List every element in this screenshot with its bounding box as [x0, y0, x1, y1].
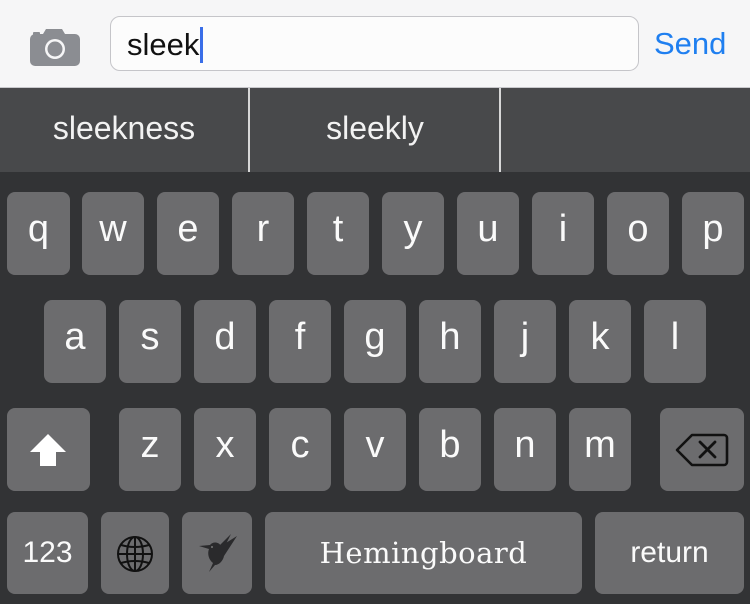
delete-icon [675, 432, 729, 473]
space-key[interactable]: Hemingboard [265, 512, 582, 594]
key-g[interactable]: g [344, 300, 406, 383]
camera-icon[interactable] [28, 26, 82, 66]
message-text-value: sleek [127, 27, 200, 62]
suggestion-3[interactable] [501, 88, 750, 172]
key-b[interactable]: b [419, 408, 481, 491]
globe-key[interactable] [101, 512, 169, 594]
hummingbird-key[interactable] [182, 512, 252, 594]
key-f[interactable]: f [269, 300, 331, 383]
suggestion-bar: sleekness sleekly [0, 88, 750, 172]
delete-key[interactable] [660, 408, 744, 491]
key-z[interactable]: z [119, 408, 181, 491]
key-w[interactable]: w [82, 192, 144, 275]
key-n[interactable]: n [494, 408, 556, 491]
shift-key[interactable] [7, 408, 90, 491]
key-k[interactable]: k [569, 300, 631, 383]
key-e[interactable]: e [157, 192, 219, 275]
key-c[interactable]: c [269, 408, 331, 491]
suggestion-1[interactable]: sleekness [0, 88, 248, 172]
return-key[interactable]: return [595, 512, 744, 594]
message-input-bar: sleek Send [0, 0, 750, 88]
key-q[interactable]: q [7, 192, 70, 275]
key-v[interactable]: v [344, 408, 406, 491]
key-s[interactable]: s [119, 300, 181, 383]
shift-icon [28, 432, 68, 473]
key-y[interactable]: y [382, 192, 444, 275]
key-h[interactable]: h [419, 300, 481, 383]
key-a[interactable]: a [44, 300, 106, 383]
key-t[interactable]: t [307, 192, 369, 275]
numbers-key[interactable]: 123 [7, 512, 88, 594]
hummingbird-icon [197, 532, 239, 579]
key-l[interactable]: l [644, 300, 706, 383]
text-caret [200, 27, 204, 63]
key-i[interactable]: i [532, 192, 594, 275]
key-p[interactable]: p [682, 192, 744, 275]
key-d[interactable]: d [194, 300, 256, 383]
key-x[interactable]: x [194, 408, 256, 491]
key-o[interactable]: o [607, 192, 669, 275]
key-u[interactable]: u [457, 192, 519, 275]
globe-icon [115, 534, 155, 579]
key-j[interactable]: j [494, 300, 556, 383]
send-button[interactable]: Send [654, 26, 726, 62]
suggestion-2[interactable]: sleekly [250, 88, 500, 172]
key-r[interactable]: r [232, 192, 294, 275]
message-text-field[interactable]: sleek [110, 16, 639, 71]
key-m[interactable]: m [569, 408, 631, 491]
